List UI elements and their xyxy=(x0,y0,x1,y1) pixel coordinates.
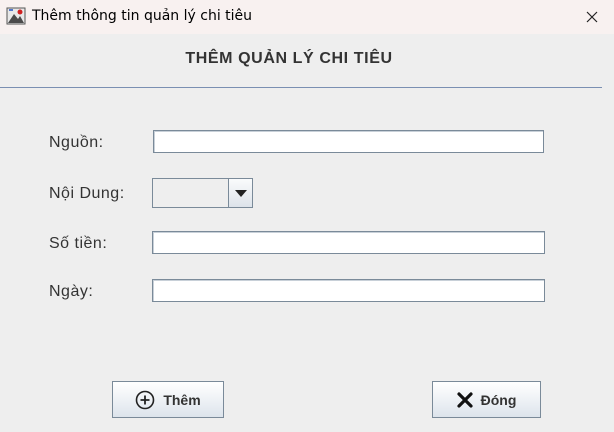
header-divider xyxy=(0,87,602,88)
plus-circle-icon xyxy=(135,390,155,410)
add-button-label: Thêm xyxy=(163,391,201,408)
date-input[interactable] xyxy=(152,279,545,302)
amount-input[interactable] xyxy=(152,231,545,254)
content-label: Nội Dung: xyxy=(49,185,125,202)
source-input[interactable] xyxy=(153,130,544,153)
date-label: Ngày: xyxy=(49,283,94,300)
source-label: Nguồn: xyxy=(49,134,104,151)
close-window-button[interactable] xyxy=(570,0,614,34)
content-dropdown-button[interactable] xyxy=(228,179,252,207)
close-button-label: Đóng xyxy=(480,391,517,408)
amount-label: Số tiền: xyxy=(49,235,108,252)
close-button[interactable]: Đóng xyxy=(432,381,541,418)
app-icon xyxy=(6,6,26,26)
page-title: THÊM QUẢN LÝ CHI TIÊU xyxy=(185,50,393,67)
add-button[interactable]: Thêm xyxy=(112,381,224,418)
x-icon xyxy=(457,391,473,408)
title-bar[interactable]: Thêm thông tin quản lý chi tiêu xyxy=(0,0,614,34)
chevron-down-icon xyxy=(234,189,247,197)
window-title: Thêm thông tin quản lý chi tiêu xyxy=(32,8,253,24)
dialog-window: Thêm thông tin quản lý chi tiêu THÊM QUẢ… xyxy=(0,0,614,432)
content-combobox[interactable] xyxy=(152,178,253,208)
content-selected-value xyxy=(153,179,229,207)
close-icon xyxy=(586,11,598,23)
